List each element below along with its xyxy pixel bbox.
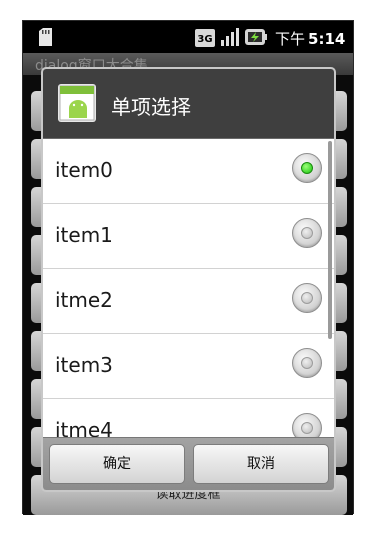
choice-item-label: itme4: [55, 418, 113, 437]
radio-button[interactable]: [292, 283, 322, 313]
radio-button[interactable]: [292, 218, 322, 248]
cancel-button[interactable]: 取消: [193, 444, 329, 484]
choice-item-label: item3: [55, 353, 113, 377]
single-choice-dialog: 单项选择 item0 item1 itme2 item3 itme4 确定 取消: [41, 67, 336, 492]
radio-indicator-icon: [301, 357, 313, 369]
dialog-button-bar: 确定 取消: [43, 437, 334, 490]
radio-indicator-icon: [301, 292, 313, 304]
radio-button[interactable]: [292, 413, 322, 437]
choice-list[interactable]: item0 item1 itme2 item3 itme4: [43, 139, 334, 437]
status-clock: 下午 5:14: [275, 30, 346, 48]
radio-indicator-icon: [301, 227, 313, 239]
dialog-title: 单项选择: [111, 95, 191, 119]
radio-indicator-icon: [301, 162, 313, 174]
choice-item-1[interactable]: item1: [43, 204, 334, 269]
3g-icon: 3G: [195, 29, 215, 51]
signal-icon: [220, 28, 240, 50]
radio-indicator-icon: [301, 422, 313, 434]
choice-item-label: itme2: [55, 288, 113, 312]
choice-item-0[interactable]: item0: [43, 139, 334, 204]
list-scrollbar[interactable]: [328, 141, 332, 339]
radio-button-checked[interactable]: [292, 153, 322, 183]
status-bar: 3G 下午 5:14: [23, 21, 353, 53]
svg-text:3G: 3G: [197, 34, 212, 45]
choice-item-2[interactable]: itme2: [43, 269, 334, 334]
dialog-header: 单项选择: [43, 69, 334, 139]
choice-item-4[interactable]: itme4: [43, 399, 334, 437]
choice-item-label: item1: [55, 223, 113, 247]
choice-item-label: item0: [55, 158, 113, 182]
battery-icon: [245, 29, 267, 49]
choice-item-3[interactable]: item3: [43, 334, 334, 399]
ok-button[interactable]: 确定: [49, 444, 185, 484]
radio-button[interactable]: [292, 348, 322, 378]
android-app-icon: [58, 84, 96, 126]
sd-card-icon: [37, 28, 53, 50]
